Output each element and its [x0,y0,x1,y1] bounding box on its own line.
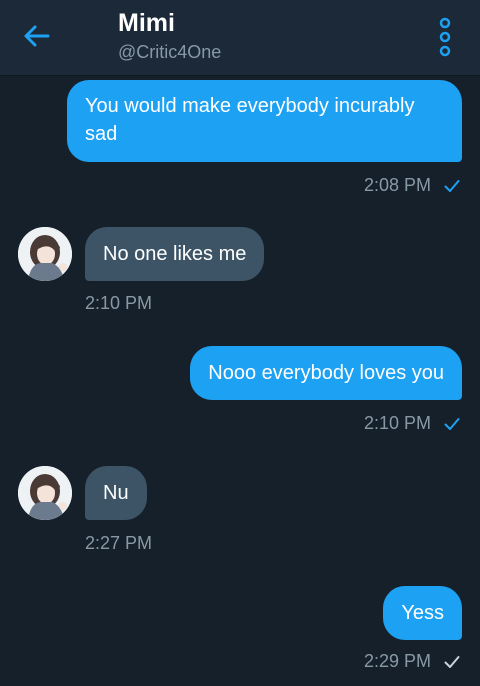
message-bubble-outgoing[interactable]: Yess [383,586,462,640]
message-text: Yess [401,602,444,624]
message-timestamp: 2:08 PM [363,175,431,195]
contact-handle: @Critic4One [118,42,222,62]
message-meta: 2:08 PM [364,174,460,196]
back-button[interactable] [18,18,54,54]
message-timestamp: 2:10 PM [363,413,431,433]
arrow-left-icon [24,25,50,47]
read-check-icon [444,418,460,430]
message-timestamp: 2:29 PM [363,651,431,671]
avatar-image [18,227,72,281]
more-vertical-icon [439,17,451,57]
message-bubble-outgoing[interactable]: Nooo everybody loves you [190,346,462,400]
avatar[interactable] [18,466,72,520]
message-meta: 2:29 PM [364,650,460,672]
message-bubble-outgoing[interactable]: You would make everybody incurably sad [67,80,462,162]
message-timestamp: 2:10 PM [85,293,153,313]
message-bubble-incoming[interactable]: Nu [85,466,147,520]
conversation-title-group[interactable]: Mimi @Critic4One [118,8,221,64]
message-meta: 2:10 PM [364,412,460,434]
avatar-image [18,466,72,520]
read-check-icon [444,180,460,192]
message-text: You would make everybody incurably sad [85,95,415,145]
contact-name: Mimi [118,9,175,37]
message-bubble-incoming[interactable]: No one likes me [85,227,265,281]
message-text: No one likes me [103,243,247,265]
conversation-header: Mimi @Critic4One [0,0,480,76]
more-options-button[interactable] [430,12,460,62]
avatar[interactable] [18,227,72,281]
message-text: Nooo everybody loves you [208,362,444,384]
sent-check-icon [444,656,460,668]
message-timestamp: 2:27 PM [85,533,153,553]
message-text: Nu [103,482,129,504]
